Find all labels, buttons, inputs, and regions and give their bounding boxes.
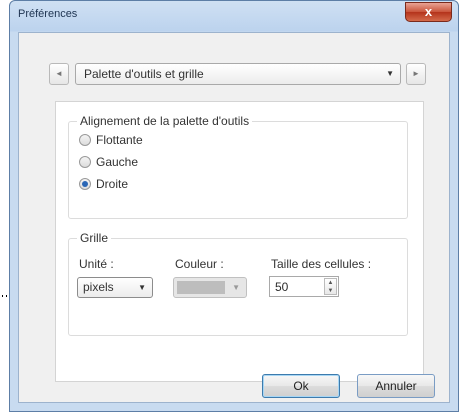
grid-groupbox: Grille Unité : pixels ▼ Couleur : ▼ Tail… <box>68 231 408 336</box>
radio-circle-icon <box>79 156 91 168</box>
cell-size-value: 50 <box>275 280 289 294</box>
chevron-down-icon: ▼ <box>232 283 240 292</box>
radio-flottante[interactable]: Flottante <box>79 132 143 148</box>
cell-size-stepper[interactable]: 50 ▲ ▼ <box>269 276 339 297</box>
preferences-dialog: Préférences x ◄ Palette d'outils et gril… <box>9 0 459 412</box>
unit-label: Unité : <box>79 257 114 271</box>
radio-selected-icon <box>79 178 91 190</box>
page-select-value: Palette d'outils et grille <box>84 67 204 81</box>
next-page-button[interactable]: ► <box>406 63 426 85</box>
radio-gauche[interactable]: Gauche <box>79 154 138 170</box>
cell-size-label: Taille des cellules : <box>271 257 372 271</box>
spin-arrows-icon[interactable]: ▲ ▼ <box>324 278 337 295</box>
cancel-button[interactable]: Annuler <box>357 374 435 398</box>
grid-group-label: Grille <box>77 231 112 245</box>
window-title: Préférences <box>18 8 78 20</box>
chevron-down-icon: ▼ <box>138 283 146 292</box>
previous-page-button[interactable]: ◄ <box>49 63 69 85</box>
color-label: Couleur : <box>175 257 224 271</box>
radio-label: Flottante <box>96 133 143 147</box>
title-bar[interactable]: Préférences x <box>10 1 458 31</box>
close-button[interactable]: x <box>405 2 452 22</box>
radio-label: Droite <box>96 177 129 191</box>
radio-droite[interactable]: Droite <box>79 176 128 192</box>
color-select[interactable]: ▼ <box>173 277 247 298</box>
dialog-client-area: ◄ Palette d'outils et grille ▼ ► Alignem… <box>18 32 450 403</box>
unit-select[interactable]: pixels ▼ <box>77 277 153 298</box>
color-swatch <box>177 281 225 294</box>
ok-button[interactable]: Ok <box>262 374 340 398</box>
chevron-down-icon: ▼ <box>386 69 394 78</box>
unit-select-value: pixels <box>83 280 114 294</box>
settings-panel: Alignement de la palette d'outils Flotta… <box>55 101 424 382</box>
radio-label: Gauche <box>96 155 139 169</box>
page-select[interactable]: Palette d'outils et grille ▼ <box>75 63 401 85</box>
alignment-group-label: Alignement de la palette d'outils <box>77 114 253 128</box>
alignment-groupbox: Alignement de la palette d'outils Flotta… <box>68 114 408 219</box>
radio-circle-icon <box>79 134 91 146</box>
